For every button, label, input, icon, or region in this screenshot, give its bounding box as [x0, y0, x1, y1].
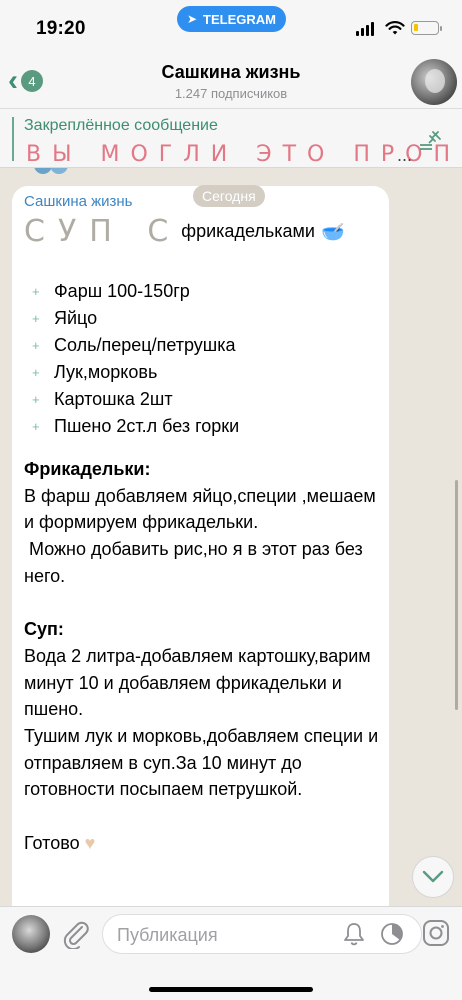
telegram-plane-icon: ➤ [186, 12, 198, 26]
recipe-title-big: СУП С [24, 214, 182, 249]
list-item: + Соль/перец/петрушка [32, 335, 236, 355]
sender-avatar[interactable] [12, 915, 50, 953]
pinned-list-icon[interactable] [418, 129, 444, 151]
battery-icon [411, 21, 442, 35]
message-input[interactable]: Публикация [102, 914, 422, 954]
list-item: + Фарш 100-150гр [32, 281, 190, 301]
list-item: + Лук,морковь [32, 362, 158, 382]
message-bubble[interactable]: Сашкина жизнь СУП С фрикадельками 🥣 + Фа… [12, 186, 389, 910]
sparkle-icon: + [32, 338, 40, 353]
recipe-title: СУП С фрикадельками 🥣 [24, 214, 345, 249]
section-text: В фарш добавляем яйцо,специи ,мешаем и ф… [24, 485, 376, 586]
instagram-icon[interactable] [422, 919, 450, 947]
pinned-indicator-line [12, 117, 14, 161]
ingredient-list: + Фарш 100-150гр + Яйцо + Соль/перец/петру… [32, 278, 239, 440]
message-body: Фрикадельки: В фарш добавляем яйцо,специ… [24, 456, 384, 857]
telegram-pill-label: TELEGRAM [203, 11, 276, 27]
chat-area[interactable]: Сашкина жизнь СУП С фрикадельками 🥣 + Фа… [0, 168, 462, 910]
input-placeholder: Публикация [117, 925, 218, 945]
timer-icon[interactable] [379, 921, 405, 947]
status-time: 19:20 [36, 18, 86, 39]
scroll-down-button[interactable] [412, 856, 454, 898]
list-item: + Пшено 2ст.л без горки [32, 416, 240, 436]
sparkle-icon: + [32, 392, 40, 407]
closing-text: Готово [24, 832, 80, 853]
soup-bowl-emoji: 🥣 [320, 221, 345, 243]
pinned-message-bar[interactable]: Закреплённое сообщение ВЫ МОГЛИ ЭТО ПРОП… [0, 108, 462, 168]
bell-icon[interactable] [343, 922, 365, 946]
cellular-signal-icon [356, 22, 374, 36]
telegram-return-pill[interactable]: ➤ TELEGRAM [177, 6, 286, 32]
sparkle-icon: + [32, 284, 40, 299]
channel-avatar[interactable] [411, 59, 457, 105]
paperclip-icon[interactable] [62, 919, 90, 949]
pinned-ellipsis: ... [397, 145, 413, 165]
status-bar: 19:20 ➤ TELEGRAM [0, 0, 462, 56]
heart-emoji: ♥ [84, 832, 96, 853]
recipe-title-rest: фрикадельками [181, 221, 315, 241]
pinned-label: Закреплённое сообщение [24, 117, 218, 134]
composer-bar: Публикация [0, 906, 462, 1000]
subscriber-count: 1.247 подписчиков [174, 86, 288, 101]
date-separator: Сегодня [193, 185, 265, 207]
sparkle-icon: + [32, 419, 40, 434]
section-text: Вода 2 литра-добавляем картошку,варим ми… [24, 645, 379, 800]
home-indicator[interactable] [149, 987, 313, 992]
chevron-down-icon [422, 870, 444, 883]
sparkle-icon: + [32, 365, 40, 380]
section-heading: Фрикадельки: [24, 459, 151, 479]
message-author[interactable]: Сашкина жизнь [24, 193, 133, 210]
scrollbar[interactable] [455, 480, 458, 710]
wifi-icon [385, 21, 405, 35]
section-heading: Суп: [24, 619, 64, 640]
channel-title[interactable]: Сашкина жизнь [0, 62, 462, 83]
channel-header: ‹ 4 Сашкина жизнь 1.247 подписчиков [0, 56, 462, 108]
previous-message-avatars [34, 168, 84, 174]
list-item: + Яйцо [32, 308, 98, 328]
pinned-preview-text: ВЫ МОГЛИ ЭТО ПРОП [26, 142, 461, 167]
list-item: + Картошка 2шт [32, 389, 173, 409]
sparkle-icon: + [32, 311, 40, 326]
